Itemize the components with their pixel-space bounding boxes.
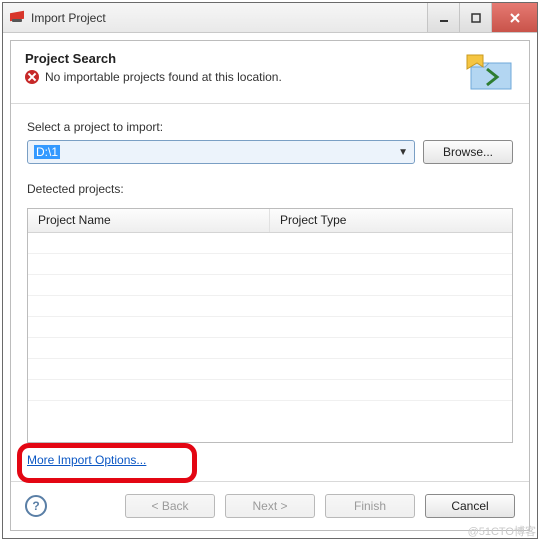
banner-title: Project Search <box>25 51 465 66</box>
help-button[interactable]: ? <box>25 495 47 517</box>
column-project-name[interactable]: Project Name <box>28 209 270 232</box>
column-project-type[interactable]: Project Type <box>270 209 512 232</box>
back-button: < Back <box>125 494 215 518</box>
error-icon <box>25 70 39 84</box>
finish-button: Finish <box>325 494 415 518</box>
button-bar: ? < Back Next > Finish Cancel <box>11 481 529 530</box>
import-folder-icon <box>465 51 515 93</box>
detected-projects-table[interactable]: Project Name Project Type <box>27 208 513 443</box>
dialog-body: Project Search No importable projects fo… <box>10 40 530 531</box>
content-area: Select a project to import: D:\1 ▼ Brows… <box>11 104 529 481</box>
table-row <box>28 359 512 380</box>
table-row <box>28 380 512 401</box>
table-row <box>28 275 512 296</box>
table-row <box>28 254 512 275</box>
next-button: Next > <box>225 494 315 518</box>
detected-projects-label: Detected projects: <box>27 182 513 196</box>
more-import-options-link[interactable]: More Import Options... <box>27 453 146 467</box>
table-body <box>28 233 512 442</box>
path-value: D:\1 <box>34 145 60 159</box>
table-row <box>28 296 512 317</box>
watermark: @51CTO博客 <box>468 523 536 539</box>
select-project-label: Select a project to import: <box>27 120 513 134</box>
table-header: Project Name Project Type <box>28 209 512 233</box>
table-row <box>28 317 512 338</box>
table-row <box>28 233 512 254</box>
close-button[interactable] <box>491 3 537 32</box>
banner-message: No importable projects found at this loc… <box>25 70 465 84</box>
window-title: Import Project <box>31 11 427 25</box>
minimize-button[interactable] <box>427 3 459 32</box>
banner-message-text: No importable projects found at this loc… <box>45 70 282 84</box>
maximize-button[interactable] <box>459 3 491 32</box>
more-options-row: More Import Options... <box>27 453 513 473</box>
window-controls <box>427 3 537 32</box>
banner: Project Search No importable projects fo… <box>11 41 529 104</box>
app-icon <box>9 10 25 26</box>
chevron-down-icon: ▼ <box>398 147 408 158</box>
dialog-window: Import Project Project Search No importa… <box>2 2 538 539</box>
browse-button[interactable]: Browse... <box>423 140 513 164</box>
titlebar[interactable]: Import Project <box>3 3 537 33</box>
path-combobox[interactable]: D:\1 ▼ <box>27 140 415 164</box>
table-row <box>28 338 512 359</box>
cancel-button[interactable]: Cancel <box>425 494 515 518</box>
